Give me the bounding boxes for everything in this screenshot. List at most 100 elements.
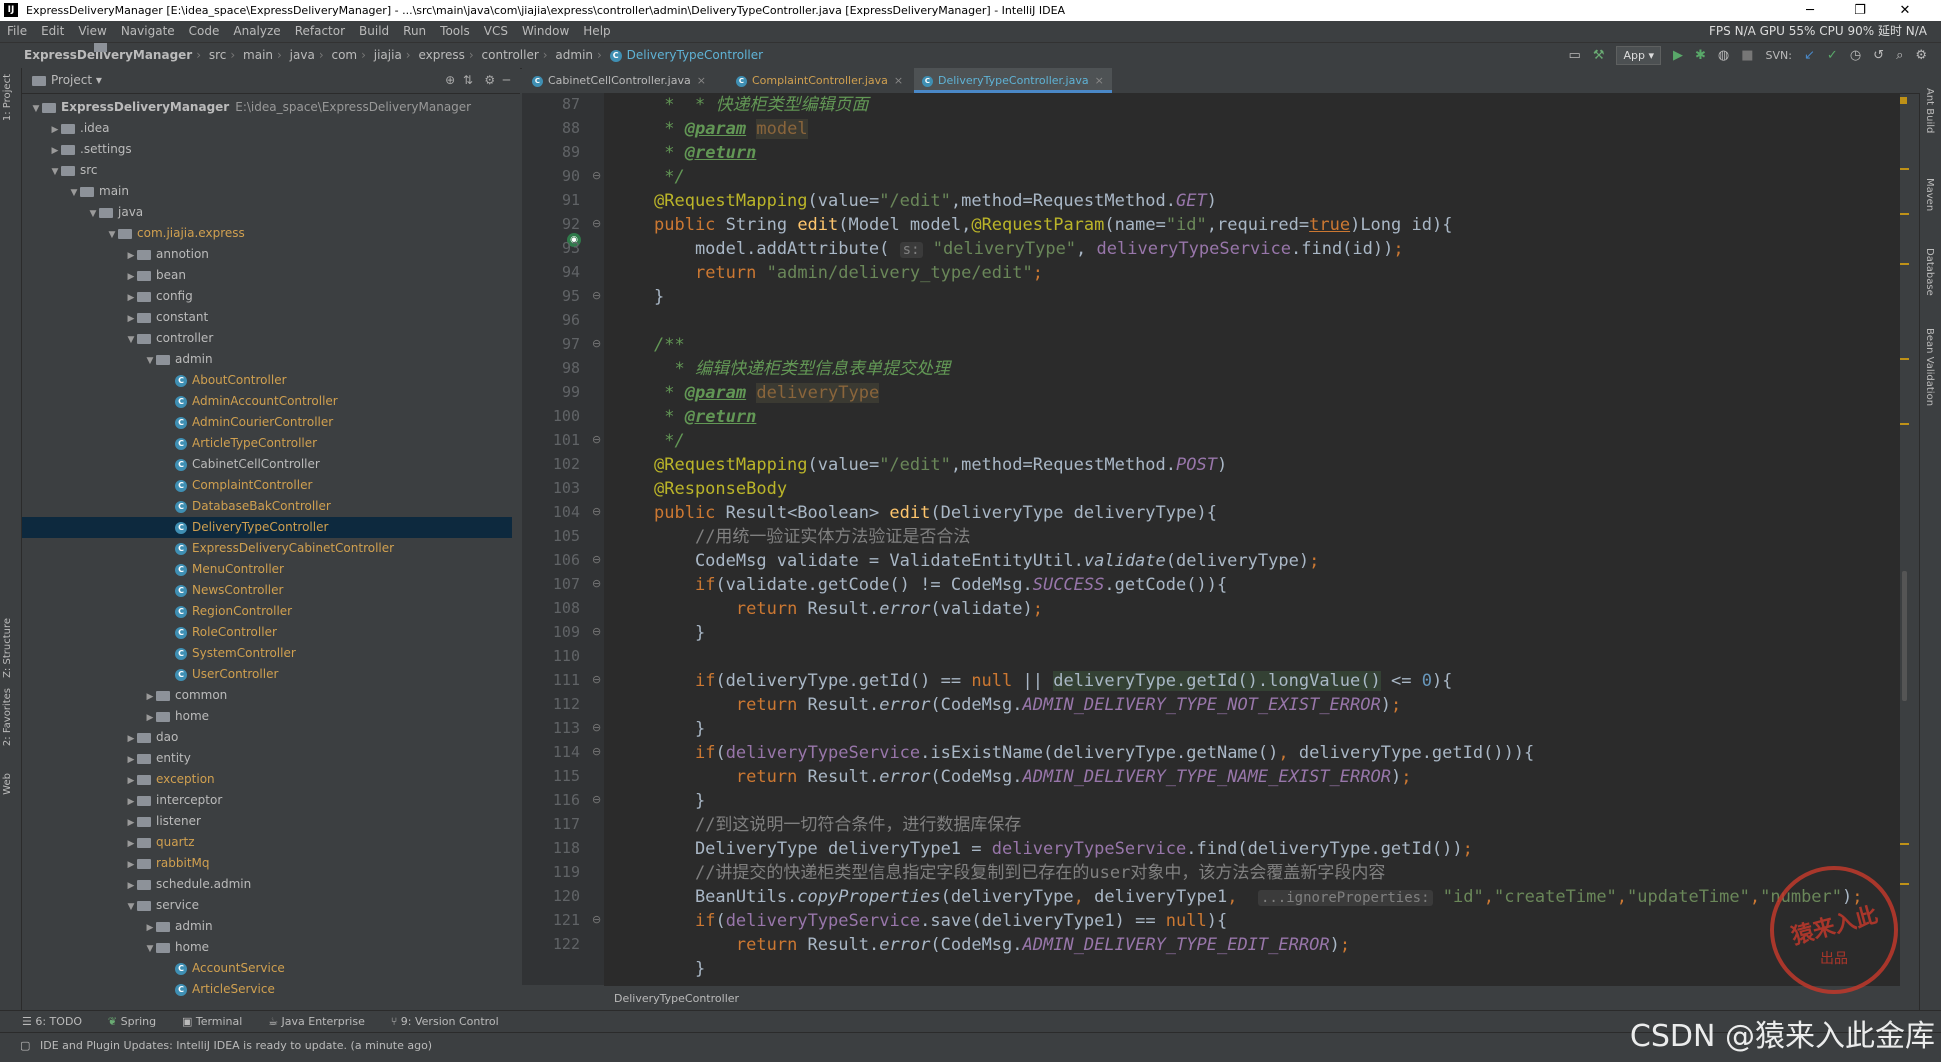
tree-node[interactable]: C RegionController <box>22 601 512 622</box>
coverage-icon[interactable]: ◍ <box>1718 48 1729 63</box>
fold-marker-icon[interactable]: ⊖ <box>592 793 601 806</box>
footer-class-crumb[interactable]: DeliveryTypeController <box>614 992 739 1005</box>
collapse-arrow-icon[interactable]: ▶ <box>125 750 137 771</box>
fold-marker-icon[interactable]: ⊖ <box>592 577 601 590</box>
web-tool-tab[interactable]: Web <box>2 773 13 795</box>
breadcrumb-item[interactable]: src <box>94 43 226 68</box>
java-enterprise-tool-tab[interactable]: ☕ Java Enterprise <box>268 1011 365 1033</box>
stripe-mark[interactable] <box>1900 263 1909 265</box>
ant-build-tool-tab[interactable]: Ant Build <box>1924 88 1935 133</box>
hide-icon[interactable]: ─ <box>503 73 510 87</box>
collapse-arrow-icon[interactable]: ▶ <box>125 309 137 330</box>
tree-node[interactable]: ▼ service <box>22 895 512 916</box>
tree-node[interactable]: C ComplaintController <box>22 475 512 496</box>
fold-marker-icon[interactable]: ⊖ <box>592 337 601 350</box>
collapse-arrow-icon[interactable]: ▶ <box>125 855 137 876</box>
stop-icon[interactable]: ■ <box>1741 48 1753 63</box>
close-tab-icon[interactable]: × <box>697 74 706 87</box>
tree-node[interactable]: ▶ .idea <box>22 118 512 139</box>
history-icon[interactable]: ◷ <box>1850 48 1861 63</box>
menu-file[interactable]: File <box>0 21 34 42</box>
collapse-all-icon[interactable]: ⇅ <box>463 73 473 87</box>
warning-marker[interactable] <box>1900 97 1907 104</box>
fold-marker-icon[interactable]: ⊖ <box>592 673 601 686</box>
project-view-select[interactable]: Project ▾ <box>32 73 102 87</box>
project-structure-icon[interactable]: ▭ <box>1569 48 1581 63</box>
locate-icon[interactable]: ⊕ <box>445 73 455 87</box>
expand-arrow-icon[interactable]: ▼ <box>30 99 42 120</box>
menu-vcs[interactable]: VCS <box>477 21 515 42</box>
spring-tool-tab[interactable]: ❦ Spring <box>108 1011 156 1033</box>
tree-node[interactable]: ▼ java <box>22 202 512 223</box>
tab-cabinet-cell-controller[interactable]: C CabinetCellController.java × <box>524 68 714 93</box>
tree-node[interactable]: C AdminAccountController <box>22 391 512 412</box>
collapse-arrow-icon[interactable]: ▶ <box>144 708 156 729</box>
tree-node[interactable]: C AboutController <box>22 370 512 391</box>
menu-edit[interactable]: Edit <box>34 21 71 42</box>
project-tool-tab[interactable]: 1: Project <box>2 74 13 121</box>
tree-node[interactable]: C CabinetCellController <box>22 454 512 475</box>
tree-node[interactable]: ▼ main <box>22 181 512 202</box>
tree-node[interactable]: ▼ src <box>22 160 512 181</box>
close-icon[interactable]: ✕ <box>1885 1 1925 20</box>
stripe-mark[interactable] <box>1900 168 1909 170</box>
tree-node[interactable]: C AdminCourierController <box>22 412 512 433</box>
fold-marker-icon[interactable]: ⊖ <box>592 721 601 734</box>
breadcrumb-item[interactable]: jiajia <box>94 43 402 68</box>
database-tool-tab[interactable]: Database <box>1924 248 1935 296</box>
favorites-tool-tab[interactable]: 2: Favorites <box>2 688 13 746</box>
breadcrumb-item[interactable]: C DeliveryTypeController <box>609 43 763 68</box>
status-toggle-icon[interactable]: ▢ <box>20 1033 30 1059</box>
collapse-arrow-icon[interactable]: ▶ <box>49 120 61 141</box>
menu-refactor[interactable]: Refactor <box>288 21 352 42</box>
tree-node[interactable]: C ArticleTypeController <box>22 433 512 454</box>
tree-node[interactable]: C ArticleService <box>22 979 512 1000</box>
menu-code[interactable]: Code <box>182 21 227 42</box>
fold-marker-icon[interactable]: ⊖ <box>592 217 601 230</box>
maven-tool-tab[interactable]: Maven <box>1924 178 1935 211</box>
search-icon[interactable]: ⌕ <box>1896 48 1903 63</box>
run-icon[interactable]: ▶ <box>1673 48 1683 63</box>
breadcrumb-item[interactable]: main <box>94 43 273 68</box>
tree-node[interactable]: C DatabaseBakController <box>22 496 512 517</box>
svn-update-icon[interactable]: ↙ <box>1804 48 1815 63</box>
collapse-arrow-icon[interactable]: ▶ <box>125 876 137 897</box>
collapse-arrow-icon[interactable]: ▶ <box>125 288 137 309</box>
collapse-arrow-icon[interactable]: ▶ <box>125 246 137 267</box>
tree-node[interactable]: C ExpressDeliveryCabinetController <box>22 538 512 559</box>
debug-icon[interactable]: ✱ <box>1695 48 1706 63</box>
stripe-mark[interactable] <box>1900 358 1909 360</box>
close-tab-icon[interactable]: × <box>894 74 903 87</box>
fold-marker-icon[interactable]: ⊖ <box>592 913 601 926</box>
tree-node[interactable]: ▶ quartz <box>22 832 512 853</box>
tree-node[interactable]: ▶ .settings <box>22 139 512 160</box>
menu-view[interactable]: View <box>71 21 113 42</box>
collapse-arrow-icon[interactable]: ▶ <box>125 267 137 288</box>
collapse-arrow-icon[interactable]: ▶ <box>144 918 156 939</box>
tree-node[interactable]: ▶ constant <box>22 307 512 328</box>
collapse-arrow-icon[interactable]: ▶ <box>125 792 137 813</box>
minimize-icon[interactable]: ─ <box>1790 1 1830 20</box>
gear-icon[interactable]: ⚙ <box>484 73 495 87</box>
version-control-tool-tab[interactable]: ⑂ 9: Version Control <box>391 1011 499 1033</box>
expand-arrow-icon[interactable]: ▼ <box>125 330 137 351</box>
tree-node[interactable]: ▶ listener <box>22 811 512 832</box>
menu-analyze[interactable]: Analyze <box>226 21 287 42</box>
stripe-mark[interactable] <box>1900 843 1909 845</box>
fold-marker-icon[interactable]: ⊖ <box>592 169 601 182</box>
tree-node[interactable]: ▶ interceptor <box>22 790 512 811</box>
tab-complaint-controller[interactable]: C ComplaintController.java × <box>728 68 911 93</box>
menu-run[interactable]: Run <box>396 21 433 42</box>
breadcrumb-item[interactable]: ExpressDeliveryManager <box>24 43 192 68</box>
tree-node[interactable]: ▶ exception <box>22 769 512 790</box>
tree-node[interactable]: ▶ annotion <box>22 244 512 265</box>
error-stripe[interactable] <box>1900 93 1910 985</box>
tree-node[interactable]: ▼ admin <box>22 349 512 370</box>
fold-marker-icon[interactable]: ⊖ <box>592 289 601 302</box>
stripe-mark[interactable] <box>1900 883 1909 885</box>
tree-node[interactable]: C SystemController <box>22 643 512 664</box>
tree-node[interactable]: ▼ controller <box>22 328 512 349</box>
bean-validation-tool-tab[interactable]: Bean Validation <box>1924 328 1935 406</box>
expand-arrow-icon[interactable]: ▼ <box>106 225 118 246</box>
breadcrumb-item[interactable]: express <box>94 43 465 68</box>
